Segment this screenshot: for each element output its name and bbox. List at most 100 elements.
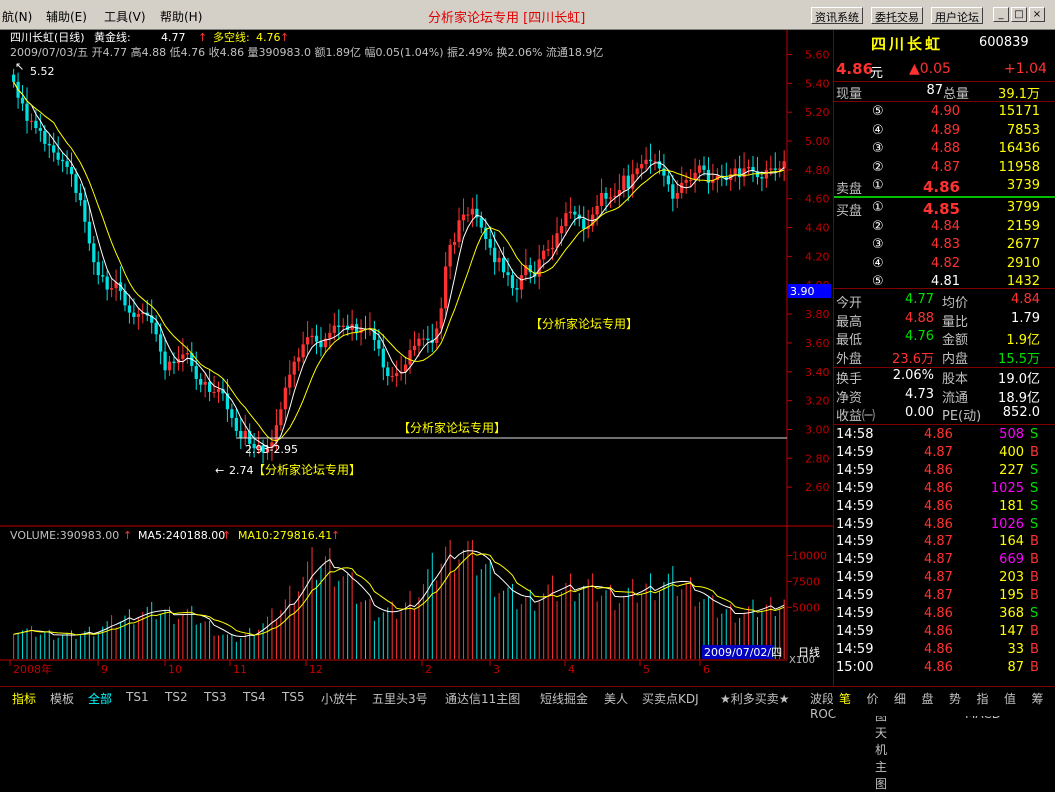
candle-body — [283, 387, 287, 410]
info-system-button[interactable]: 资讯系统 — [811, 7, 863, 24]
maximize-button[interactable]: □ — [1011, 7, 1027, 22]
sell-2-volume: 11958 — [998, 159, 1040, 175]
ohlc-summary: 2009/07/03/五 开4.77 高4.88 低4.76 收4.86 量39… — [10, 45, 603, 59]
candle-body — [105, 276, 109, 290]
indicator-tab[interactable]: TS4 — [243, 690, 266, 704]
candle-body — [408, 350, 412, 365]
candle-body — [69, 166, 74, 175]
price-axis-tick: 3.80 — [805, 308, 830, 321]
tick-time: 14:59 — [836, 641, 874, 657]
indicator-tab[interactable]: 通达信11主图 — [445, 690, 520, 707]
menu-tools[interactable]: 工具(V) — [104, 8, 146, 25]
indicator-tab[interactable]: 指标 — [12, 690, 36, 707]
stat-label: 最低 — [836, 333, 863, 348]
candle-body — [702, 165, 706, 170]
quote-tab[interactable]: 筹 — [1032, 690, 1044, 707]
tick-volume: 508 — [999, 427, 1024, 442]
tick-time: 14:59 — [836, 534, 874, 550]
forum-button[interactable]: 用户论坛 — [931, 7, 983, 24]
tick-side: S — [1030, 427, 1039, 442]
close-button[interactable]: × — [1029, 7, 1045, 22]
tick-price: 4.86 — [924, 606, 953, 621]
stat-label: 今开 — [836, 296, 863, 311]
quote-tab[interactable]: 值 — [1004, 690, 1016, 707]
indicator-tab[interactable]: 美人 — [604, 690, 628, 707]
menu-nav[interactable]: 航(N) — [2, 8, 32, 25]
candle-body — [212, 391, 216, 393]
sell-5-volume: 15171 — [998, 104, 1040, 119]
candle-body — [185, 353, 189, 355]
buy-4-price: 4.82 — [931, 255, 960, 271]
tick-volume: 181 — [999, 498, 1024, 514]
quote-tab[interactable]: 势 — [949, 690, 961, 707]
indicator-tab[interactable]: TS1 — [126, 690, 149, 704]
candle-body — [448, 244, 452, 267]
candle-body — [680, 182, 684, 193]
candle-body — [510, 275, 515, 289]
kline-chart[interactable]: 2.602.803.003.203.403.603.804.004.204.40… — [0, 30, 833, 686]
indicator-tab[interactable]: TS3 — [204, 690, 227, 704]
price-unit: 元 — [870, 66, 884, 81]
stock-name: 四川长虹 — [871, 35, 944, 53]
candle-body — [38, 128, 42, 131]
candle-body — [542, 250, 546, 260]
cur-vol: 87 — [926, 83, 943, 98]
candle-body — [773, 168, 777, 170]
buy-1-volume: 3799 — [1006, 200, 1040, 215]
candle-body — [515, 288, 519, 290]
buy-3-level: ③ — [872, 237, 884, 252]
candle-body — [386, 367, 390, 377]
candle-body — [648, 159, 653, 162]
candle-body — [60, 159, 65, 162]
menu-help[interactable]: 帮助(H) — [160, 8, 202, 25]
indicator-tab[interactable]: TS5 — [282, 690, 305, 704]
quote-tab[interactable]: 笔 — [839, 690, 851, 707]
tick-side: S — [1030, 480, 1039, 496]
candle-body — [20, 97, 25, 104]
candle-body — [43, 130, 47, 144]
x-axis-tick: 5 — [643, 663, 650, 676]
quote-tab[interactable]: 价 — [867, 690, 879, 707]
sell-4-volume: 7853 — [1006, 122, 1040, 138]
candle-body — [657, 161, 662, 169]
candle-body — [154, 322, 158, 335]
quote-tab[interactable]: 细 — [894, 690, 906, 707]
stat-value: 1.9亿 — [1006, 333, 1040, 348]
tick-price: 4.87 — [924, 444, 953, 460]
menu-assist[interactable]: 辅助(E) — [46, 8, 87, 25]
sell-1-volume: 3739 — [1006, 178, 1040, 193]
low-label: 2.74 — [229, 464, 254, 477]
indicator-tab[interactable]: 五里头3号 — [372, 690, 428, 707]
quote-tab[interactable]: 指 — [977, 690, 989, 707]
candle-body — [653, 161, 657, 163]
candle-body — [109, 288, 114, 290]
stat-label: 外盘 — [836, 351, 863, 367]
indicator-tab[interactable]: ★利多买卖★ — [720, 690, 790, 707]
candle-body — [466, 214, 470, 216]
buy-2-level: ② — [872, 218, 884, 234]
arrow-icon: ← — [215, 464, 224, 477]
ma10-label: MA10:279816.41 — [238, 529, 332, 542]
indicator-tab[interactable]: 买卖点KDJ — [642, 690, 699, 707]
indicator-tab[interactable]: 小放牛 — [321, 690, 357, 707]
stat-value: 0.00 — [905, 405, 934, 420]
indicator-tab[interactable]: TS2 — [165, 690, 188, 704]
indicator-tab[interactable]: 全部 — [88, 690, 112, 707]
price-axis-tick: 5.00 — [805, 135, 830, 148]
tick-volume: 164 — [999, 534, 1024, 550]
trade-button[interactable]: 委托交易 — [871, 7, 923, 24]
price-axis-tick: 5.60 — [805, 48, 830, 61]
price-marker-label: 3.90 — [790, 285, 815, 298]
tick-price: 4.86 — [924, 641, 953, 657]
tick-side: S — [1030, 516, 1039, 532]
x-axis-tick: 9 — [101, 663, 108, 676]
tick-volume: 195 — [999, 588, 1024, 604]
indicator-tab[interactable]: 短线掘金 — [540, 690, 588, 707]
sell-1-label: 卖盘 — [836, 182, 863, 197]
quote-tab[interactable]: 盘 — [922, 690, 934, 707]
indicator-tab[interactable]: 模板 — [50, 690, 74, 707]
candle-body — [675, 192, 679, 199]
total-vol: 39.1万 — [998, 87, 1040, 102]
candle-body — [78, 192, 83, 201]
minimize-button[interactable]: _ — [993, 7, 1009, 22]
